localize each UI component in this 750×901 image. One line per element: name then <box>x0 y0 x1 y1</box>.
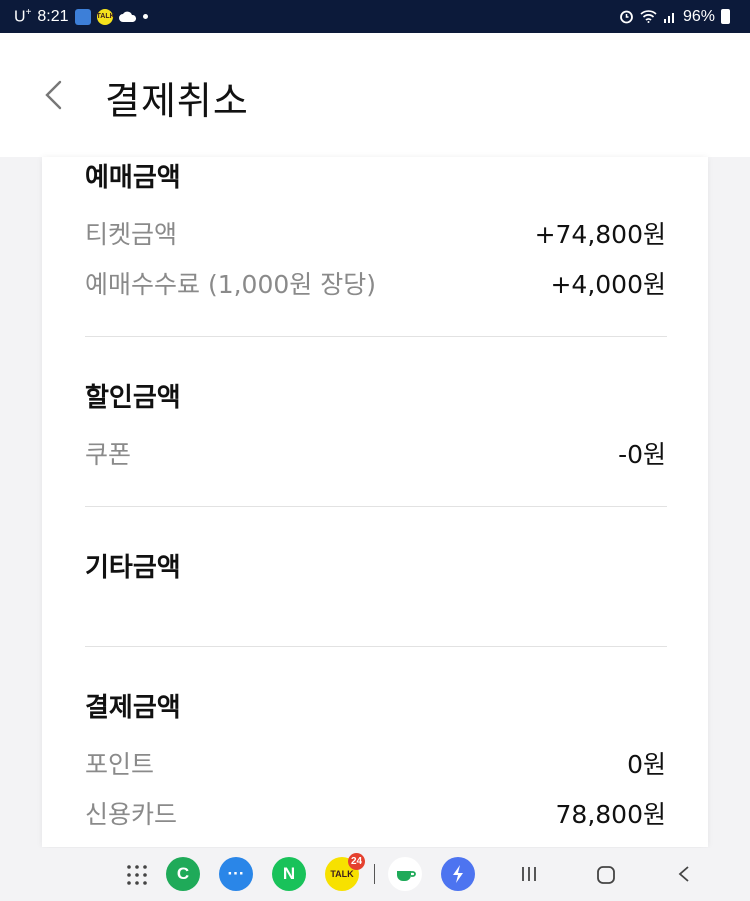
row-label-credit-card: 신용카드 <box>85 800 178 829</box>
cup-glyph-icon <box>397 871 416 881</box>
divider <box>85 336 667 337</box>
kakaotalk-app-glyph: TALK <box>330 869 354 879</box>
bolt-app-icon[interactable] <box>441 857 475 891</box>
recent-apps-icon[interactable] <box>519 864 539 884</box>
page-title: 결제취소 <box>105 79 249 123</box>
navigation-bar: C ··· N TALK 24 <box>0 848 750 901</box>
row-label-fee: 예매수수료 (1,000원 장당) <box>85 270 376 299</box>
cup-app-icon[interactable] <box>388 857 422 891</box>
status-left: U+ 8:21 TALK <box>14 0 148 33</box>
naver-app-glyph: N <box>282 864 296 883</box>
signal-icon <box>663 13 674 23</box>
row-value-credit-card: 78,800원 <box>555 800 666 829</box>
page-header: 결제취소 <box>0 33 750 157</box>
messages-app-icon[interactable]: ··· <box>219 857 253 891</box>
phone-app-icon[interactable]: C <box>166 857 200 891</box>
cloud-icon <box>118 11 136 22</box>
section-title-payment: 결제금액 <box>85 693 181 723</box>
notification-badge: 24 <box>348 853 365 870</box>
naver-app-icon[interactable]: N <box>272 857 306 891</box>
wifi-icon <box>640 10 657 23</box>
more-notifications-icon <box>142 14 148 19</box>
payment-summary-card: 예매금액 티켓금액 +74,800원 예매수수료 (1,000원 장당) +4,… <box>42 157 708 847</box>
row-value-coupon: -0원 <box>618 440 666 469</box>
alarm-icon <box>620 10 633 24</box>
apps-grid-icon[interactable] <box>126 864 148 886</box>
back-chevron-icon[interactable] <box>40 78 74 112</box>
carrier-label: U+ <box>14 6 32 26</box>
home-icon[interactable] <box>596 865 616 885</box>
divider <box>85 646 667 647</box>
dock-separator <box>374 864 375 884</box>
bolt-glyph-icon <box>453 865 463 883</box>
kakaotalk-notification-icon: TALK <box>96 8 115 25</box>
status-bar: U+ 8:21 TALK 96% <box>0 0 750 33</box>
status-right: 96% <box>619 0 730 33</box>
section-title-other: 기타금액 <box>85 553 181 583</box>
row-label-ticket: 티켓금액 <box>85 220 178 249</box>
row-value-point: 0원 <box>627 750 666 779</box>
phone-app-glyph: C <box>176 864 190 883</box>
notification-app-icon <box>74 8 91 25</box>
row-label-point: 포인트 <box>85 750 155 779</box>
back-nav-icon[interactable] <box>676 864 692 884</box>
kakaotalk-app-icon[interactable]: TALK 24 <box>325 853 365 891</box>
section-title-booking: 예매금액 <box>85 163 181 193</box>
row-value-ticket: +74,800원 <box>534 220 666 249</box>
row-value-fee: +4,000원 <box>550 270 666 299</box>
battery-percent: 96% <box>682 7 715 25</box>
section-title-discount: 할인금액 <box>85 383 181 413</box>
battery-icon <box>721 9 730 24</box>
status-time: 8:21 <box>37 7 69 25</box>
row-label-coupon: 쿠폰 <box>85 440 132 469</box>
divider <box>85 506 667 507</box>
messages-app-glyph: ··· <box>227 864 245 883</box>
